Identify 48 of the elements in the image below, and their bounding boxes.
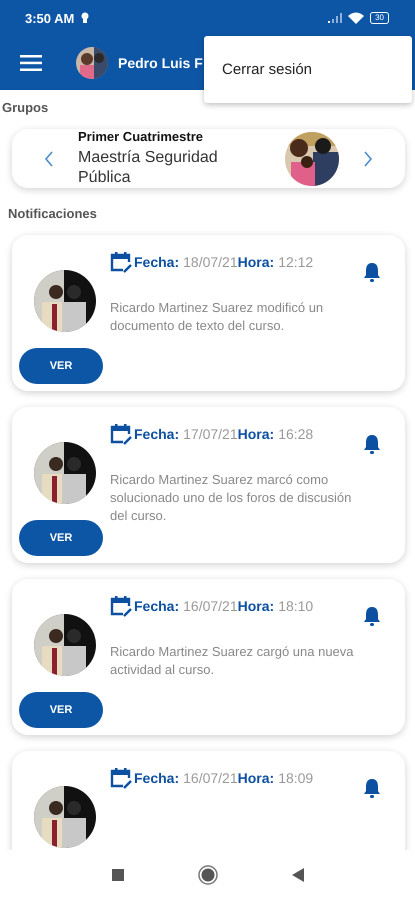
calendar-edit-icon [110,595,132,617]
notification-icon [80,12,90,24]
time-value: 16:28 [278,426,314,442]
group-name: Maestría Seguridad Pública [78,148,219,188]
section-title: Notificaciones [8,206,98,221]
time-label: Hora: [238,770,274,786]
battery-indicator: 30 [370,12,389,24]
date-label: Fecha: [134,770,180,786]
menu-icon[interactable] [20,55,42,71]
date-value: 16/07/21 [183,770,238,786]
logout-menu-item[interactable]: Cerrar sesión [204,36,330,103]
chevron-left-icon[interactable] [44,150,54,166]
date-label: Fecha: [134,598,180,614]
date-label: Fecha: [134,426,180,442]
time-value: 12:12 [278,254,314,270]
calendar-edit-icon [110,423,132,445]
home-icon[interactable] [198,865,218,885]
bell-icon [363,434,381,454]
time-label: Hora: [238,254,274,270]
back-icon[interactable] [292,868,304,882]
view-button[interactable]: VER [19,348,103,384]
user-name: Pedro Luis F [118,55,203,71]
calendar-edit-icon [110,767,132,789]
chevron-right-icon[interactable] [363,150,373,166]
wifi-icon [348,12,364,24]
bell-icon [363,606,381,626]
group-card[interactable]: Primer Cuatrimestre Maestría Seguridad Pública [12,129,405,188]
time-label: Hora: [238,426,274,442]
status-time: 3:50 AM [25,10,74,26]
view-button[interactable]: VER [19,692,103,728]
calendar-edit-icon [110,251,132,273]
group-period: Primer Cuatrimestre [78,129,204,144]
date-label: Fecha: [134,254,180,270]
notification-message: Ricardo Martinez Suarez marcó como solucionado uno de los foros de discusión del curso. [110,471,352,525]
time-label: Hora: [238,598,274,614]
bell-icon [363,778,381,798]
time-value: 18:10 [278,598,314,614]
bell-icon [363,262,381,282]
view-button[interactable]: VER [19,520,103,556]
recent-apps-icon[interactable] [112,869,124,881]
date-value: 18/07/21 [183,254,238,270]
notification-message: Ricardo Martinez Suarez cargó una nueva actividad al curso. [110,643,355,679]
time-value: 18:09 [278,770,314,786]
signal-icon [328,13,342,23]
date-value: 16/07/21 [183,598,238,614]
date-value: 17/07/21 [183,426,238,442]
notification-message: Ricardo Martinez Suarez modificó un documento de texto del curso. [110,299,324,335]
section-title: Grupos [2,100,50,115]
